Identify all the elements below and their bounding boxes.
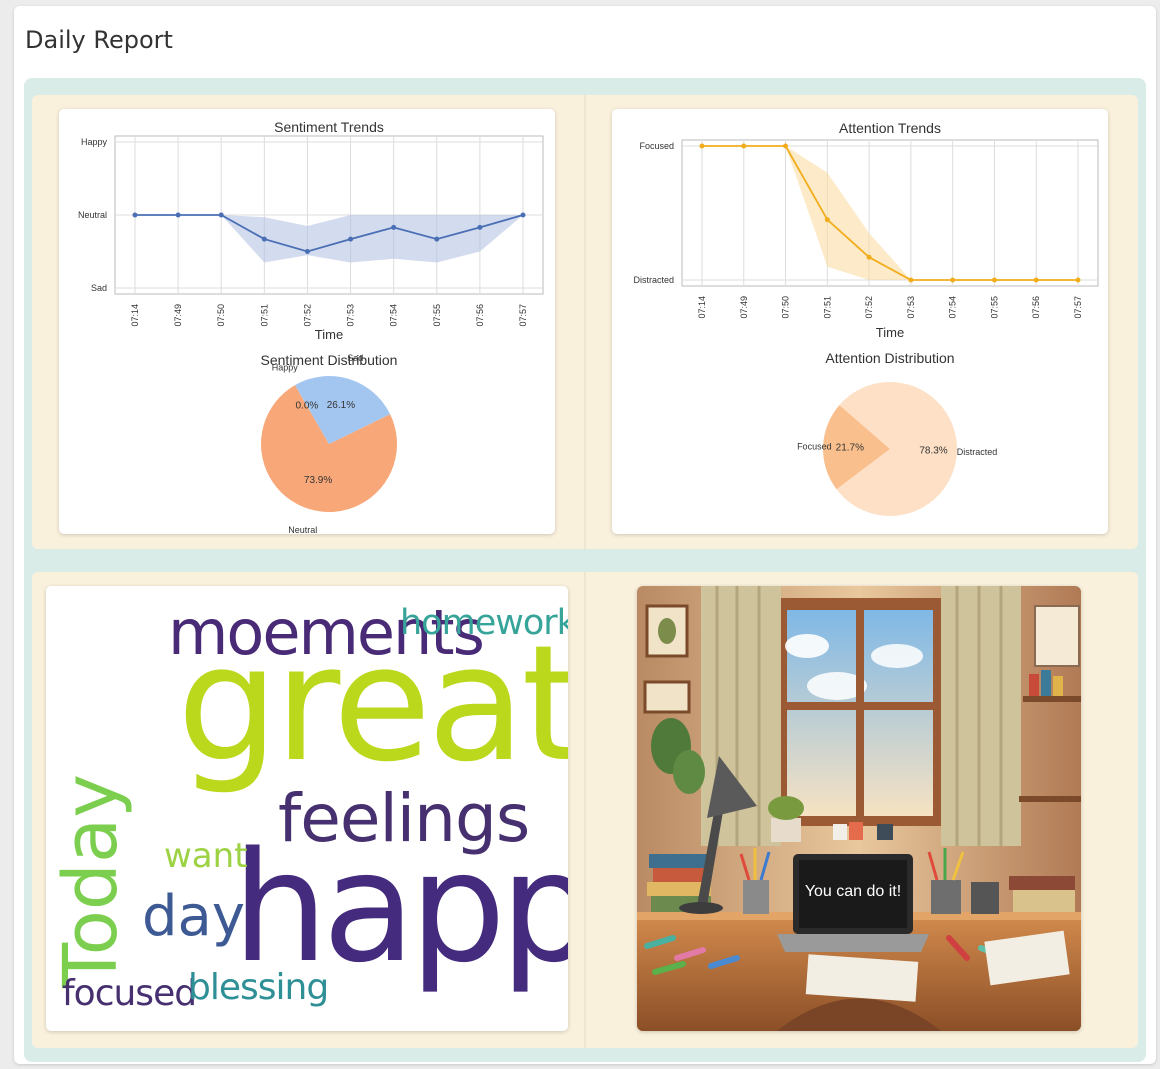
- attention-chart-panel: Attention Trends Distracted Focused 07:14 0…: [612, 109, 1108, 534]
- data-point: [218, 212, 224, 218]
- x-tick-label: 07:14: [130, 304, 140, 327]
- data-point: [866, 254, 872, 260]
- page-title: Daily Report: [25, 26, 173, 54]
- attention-charts: Attention Trends Distracted Focused 07:14 0…: [633, 120, 1099, 516]
- x-tick-label: 07:50: [216, 304, 226, 327]
- pie-category-label: Neutral: [288, 525, 317, 534]
- data-point: [132, 212, 138, 218]
- pie-percent-label: 0.0%: [296, 401, 319, 412]
- data-point: [391, 224, 397, 230]
- x-tick-label: 07:51: [822, 296, 832, 319]
- sentiment-trends-title: Sentiment Trends: [274, 119, 384, 135]
- x-tick-label: 07:57: [1073, 296, 1083, 319]
- motivational-illustration: You can do it!: [637, 586, 1081, 1031]
- x-tick-label: 07:54: [389, 304, 399, 327]
- data-point: [1075, 277, 1081, 283]
- laptop-screen-text: You can do it!: [805, 883, 901, 900]
- word-focused: focused: [62, 973, 197, 1014]
- word-homeworks: homeworks: [400, 603, 568, 643]
- attention-x-label: Time: [876, 325, 904, 340]
- x-tick-label: 07:49: [173, 304, 183, 327]
- x-tick-label: 07:14: [697, 296, 707, 319]
- pie-percent-label: 21.7%: [836, 443, 864, 454]
- x-tick-label: 07:51: [259, 304, 269, 327]
- data-point: [783, 143, 789, 149]
- report-container: Sentiment Trends Sad Neutral Happy 07:14 07:…: [24, 78, 1146, 1062]
- x-tick-label: 07:56: [1031, 296, 1041, 319]
- data-point: [950, 277, 956, 283]
- data-point: [348, 236, 354, 242]
- word-feelings: feelings: [278, 780, 530, 857]
- x-tick-label: 07:53: [346, 304, 356, 327]
- data-point: [261, 236, 267, 242]
- y-tick-label: Distracted: [633, 275, 674, 285]
- data-point: [520, 212, 526, 218]
- attention-distribution-title: Attention Distribution: [825, 350, 954, 366]
- word-cloud-panel: great happy Today moements feelings home…: [46, 586, 568, 1031]
- data-point: [908, 277, 914, 283]
- x-tick-label: 07:55: [989, 296, 999, 319]
- x-tick-label: 07:56: [475, 304, 485, 327]
- y-tick-label: Sad: [91, 283, 107, 293]
- sentiment-x-label: Time: [315, 327, 343, 342]
- x-tick-label: 07:53: [906, 296, 916, 319]
- pie-percent-label: 78.3%: [919, 445, 947, 456]
- x-tick-label: 07:49: [739, 296, 749, 319]
- attention-trends-title: Attention Trends: [839, 120, 941, 136]
- x-tick-label: 07:55: [432, 304, 442, 327]
- word-want: want: [164, 836, 248, 876]
- x-tick-label: 07:52: [864, 296, 874, 319]
- word-today: Today: [48, 773, 134, 988]
- y-tick-label: Focused: [639, 141, 674, 151]
- y-tick-label: Happy: [81, 137, 108, 147]
- pie-percent-label: 26.1%: [327, 400, 355, 411]
- x-tick-label: 07:57: [518, 304, 528, 327]
- charts-row: Sentiment Trends Sad Neutral Happy 07:14 07:…: [32, 95, 1138, 549]
- x-tick-label: 07:52: [302, 304, 312, 327]
- x-tick-label: 07:50: [781, 296, 791, 319]
- pie-category-label: Focused: [797, 441, 832, 451]
- data-point: [477, 224, 483, 230]
- data-point: [434, 236, 440, 242]
- sentiment-chart-panel: Sentiment Trends Sad Neutral Happy 07:14 07:…: [59, 109, 555, 535]
- data-point: [741, 143, 747, 149]
- sentiment-charts: Sentiment Trends Sad Neutral Happy 07:14 07:…: [78, 119, 544, 535]
- data-point: [1033, 277, 1039, 283]
- pie-percent-label: 73.9%: [304, 475, 332, 486]
- pie-category-label: Sad: [347, 353, 363, 363]
- x-tick-label: 07:54: [948, 296, 958, 319]
- data-point: [824, 217, 830, 223]
- data-point: [175, 212, 181, 218]
- word-blessing: blessing: [188, 967, 329, 1008]
- images-row: great happy Today moements feelings home…: [32, 572, 1138, 1048]
- data-point: [699, 143, 705, 149]
- y-tick-label: Neutral: [78, 210, 107, 220]
- data-point: [991, 277, 997, 283]
- data-point: [304, 249, 310, 254]
- daily-report-card: Daily Report Sentiment Trends Sad Neutral…: [14, 6, 1156, 1064]
- pie-category-label: Distracted: [957, 447, 998, 457]
- pie-category-label: Happy: [272, 362, 299, 372]
- word-day: day: [142, 884, 246, 949]
